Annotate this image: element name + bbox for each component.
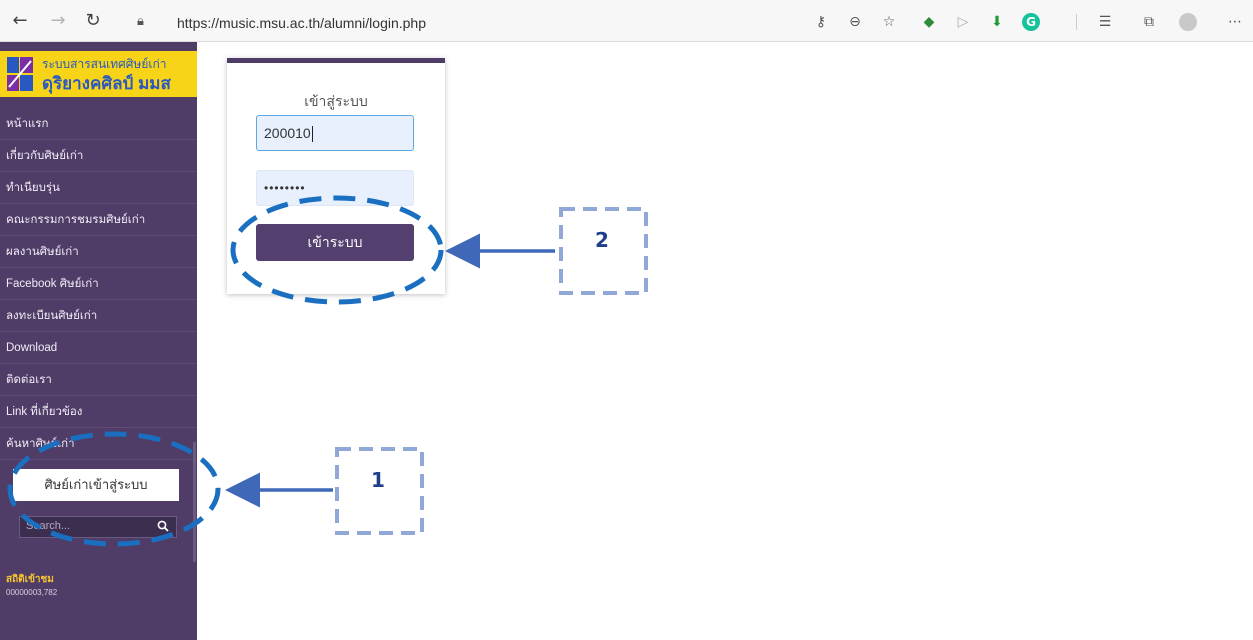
sidebar-item-about[interactable]: เกี่ยวกับศิษย์เก่า [0,140,197,172]
logo-line2: ดุริยางคศิลป์ มมส [42,74,171,93]
back-icon[interactable]: ← [9,10,31,32]
search-placeholder: Search... [26,520,71,532]
stats-title: สถิติเข้าชม [6,574,54,585]
alumni-login-button[interactable]: ศิษย์เก่าเข้าสู่ระบบ [13,469,179,501]
key-icon[interactable]: ⚷ [812,13,830,31]
forward-icon[interactable]: → [47,10,69,32]
play-icon[interactable]: ▷ [954,13,972,31]
password-field[interactable]: •••••••• [256,170,414,206]
more-icon[interactable]: ⋯ [1226,13,1244,31]
search-icon[interactable] [157,520,169,532]
sidebar-item-links[interactable]: Link ที่เกี่ยวข้อง [0,396,197,428]
sidebar: ระบบสารสนเทศศิษย์เก่า ดุริยางคศิลป์ มมส … [0,42,197,640]
sidebar-item-home[interactable]: หน้าแรก [0,108,197,140]
lock-icon[interactable]: 🔒︎ [137,14,144,29]
username-value: 200010 [264,125,311,141]
stats-value: 00000003,782 [6,588,58,597]
sidebar-scrollbar[interactable] [193,442,196,562]
extension-icon[interactable]: ◆ [920,13,938,31]
login-card: เข้าสู่ระบบ 200010 •••••••• เข้าระบบ [227,58,445,294]
step-label-1: 1 [371,468,385,492]
profile-icon[interactable] [1179,13,1197,31]
grammarly-icon[interactable]: G [1022,13,1040,31]
login-title: เข้าสู่ระบบ [304,93,368,109]
sidebar-item-committee[interactable]: คณะกรรมการชมรมศิษย์เก่า [0,204,197,236]
step-label-2: 2 [595,228,609,252]
sidebar-item-search-alumni[interactable]: ค้นหาศิษย์เก่า [0,428,197,460]
sidebar-item-register[interactable]: ลงทะเบียนศิษย์เก่า [0,300,197,332]
sidebar-menu: หน้าแรก เกี่ยวกับศิษย์เก่า ทำเนียบรุ่น ค… [0,108,197,460]
address-bar[interactable]: 🔒︎ https://music.msu.ac.th/alumni/login.… [137,14,797,34]
sidebar-item-directory[interactable]: ทำเนียบรุ่น [0,172,197,204]
download-icon[interactable]: ⬇ [988,13,1006,31]
refresh-icon[interactable]: ↻ [82,10,104,32]
submit-login-button[interactable]: เข้าระบบ [256,224,414,261]
password-value: •••••••• [264,181,306,195]
text-cursor [311,126,313,143]
collections-icon[interactable]: ⧉ [1140,13,1158,31]
sidebar-item-facebook[interactable]: Facebook ศิษย์เก่า [0,268,197,300]
sidebar-item-contact[interactable]: ติดต่อเรา [0,364,197,396]
favorites-icon[interactable]: ☰ [1096,13,1114,31]
sidebar-item-works[interactable]: ผลงานศิษย์เก่า [0,236,197,268]
logo-emblem-icon [7,57,33,91]
site-logo[interactable]: ระบบสารสนเทศศิษย์เก่า ดุริยางคศิลป์ มมส [0,51,197,97]
favorite-add-icon[interactable]: ☆ [880,13,898,31]
search-input[interactable]: Search... [19,516,177,538]
sidebar-item-download[interactable]: Download [0,332,197,364]
toolbar-divider [1076,14,1077,30]
username-field[interactable]: 200010 [256,115,414,151]
zoom-icon[interactable]: ⊖ [846,13,864,31]
url-text[interactable]: https://music.msu.ac.th/alumni/login.php [177,15,426,31]
browser-toolbar: ← → ↻ 🔒︎ https://music.msu.ac.th/alumni/… [0,0,1253,42]
